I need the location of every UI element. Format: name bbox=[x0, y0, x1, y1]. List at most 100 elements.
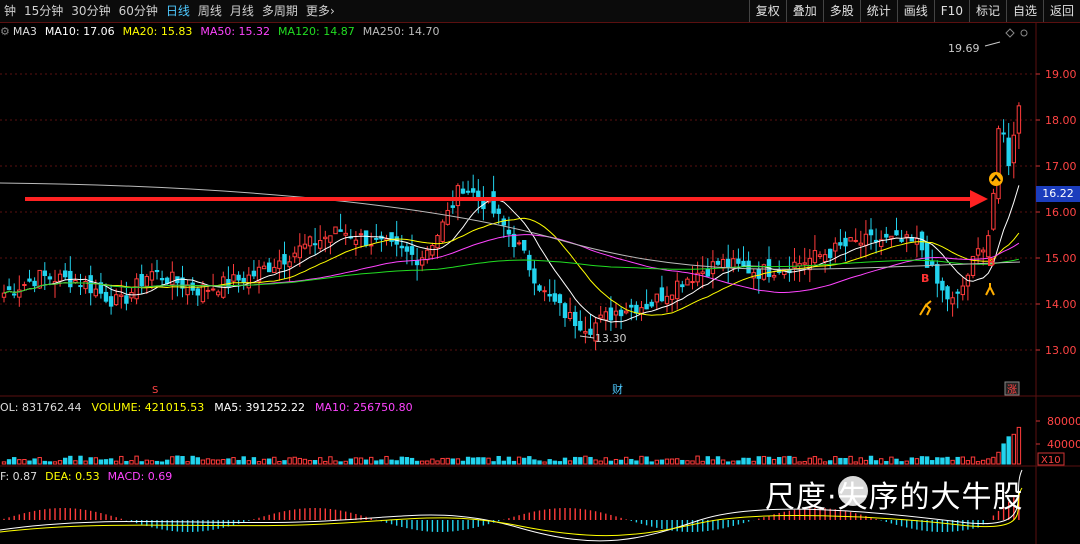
candle-body bbox=[338, 229, 343, 232]
candle-body bbox=[853, 239, 858, 242]
ma250-value: MA250: 14.70 bbox=[362, 24, 440, 38]
watchlist-button[interactable]: 自选 bbox=[1005, 0, 1043, 22]
candle-body bbox=[27, 278, 32, 282]
kline-chart[interactable]: 19.00 18.00 17.00 16.00 15.00 14.00 13.00 19.69… bbox=[0, 0, 1080, 544]
candle-body bbox=[649, 301, 654, 307]
candle-body bbox=[399, 245, 405, 249]
volume-bar bbox=[435, 460, 440, 465]
candle-body bbox=[705, 268, 710, 277]
volume-bar bbox=[328, 456, 333, 465]
tab-weekly[interactable]: 周线 bbox=[194, 0, 226, 22]
volume-bar bbox=[236, 459, 241, 465]
macd-legend: F: 0.87 DEA: 0.53 MACD: 0.69 bbox=[0, 468, 180, 484]
candle-body bbox=[42, 270, 47, 277]
volume-bar bbox=[170, 456, 175, 465]
volume-bar bbox=[205, 458, 211, 465]
candle-body bbox=[363, 230, 369, 246]
volume-bar bbox=[338, 461, 343, 465]
volume-bar bbox=[807, 457, 812, 465]
tab-15min[interactable]: 15分钟 bbox=[20, 0, 67, 22]
up-circle-icon bbox=[989, 172, 1003, 186]
tab-minute[interactable]: 钟 bbox=[0, 0, 20, 22]
candle-body bbox=[343, 232, 348, 236]
volume-bar bbox=[226, 458, 231, 465]
candle-body bbox=[124, 295, 129, 304]
volume-bar bbox=[975, 461, 981, 465]
price-tick-label: 15.00 bbox=[1045, 252, 1077, 265]
candle-body bbox=[930, 261, 935, 266]
volume-legend: OL: 831762.44 VOLUME: 421015.53 MA5: 391… bbox=[0, 399, 423, 415]
tab-more[interactable]: 更多› bbox=[302, 0, 339, 22]
candle-body bbox=[669, 294, 675, 300]
candle-body bbox=[547, 293, 552, 297]
volume-bar bbox=[884, 460, 889, 465]
candle-body bbox=[996, 128, 1001, 200]
volume-bar bbox=[573, 456, 578, 465]
candle-body bbox=[440, 221, 445, 242]
mark-button[interactable]: 标记 bbox=[968, 0, 1006, 22]
volume-bar bbox=[175, 455, 180, 465]
runner-icon bbox=[919, 300, 932, 316]
volume-bar bbox=[267, 458, 272, 465]
volume-bar bbox=[425, 460, 430, 465]
tab-60min[interactable]: 60分钟 bbox=[115, 0, 162, 22]
volume-bar bbox=[981, 459, 986, 465]
volume-bar bbox=[802, 461, 807, 465]
ma-indicator-name[interactable]: MA3 bbox=[13, 25, 37, 38]
candle-body bbox=[205, 289, 211, 292]
candle-body bbox=[358, 233, 364, 236]
volume-bar bbox=[88, 457, 93, 465]
candle-body bbox=[465, 190, 471, 193]
volume-bar bbox=[649, 461, 654, 465]
volume-bar bbox=[552, 460, 557, 465]
ma50-value: MA50: 15.32 bbox=[200, 24, 271, 38]
overlay-button[interactable]: 叠加 bbox=[785, 0, 823, 22]
volume-bar bbox=[812, 456, 818, 465]
candle-body bbox=[435, 235, 440, 249]
candle-body bbox=[588, 328, 593, 335]
volume-bar bbox=[634, 460, 639, 465]
volume-bar bbox=[522, 457, 527, 465]
candle-body bbox=[935, 263, 940, 284]
multi-stock-button[interactable]: 多股 bbox=[822, 0, 860, 22]
volume-bar bbox=[22, 458, 27, 465]
candle-body bbox=[924, 242, 930, 268]
tab-daily[interactable]: 日线 bbox=[162, 0, 194, 22]
candle-body bbox=[246, 274, 252, 289]
volume-bar bbox=[486, 457, 491, 465]
statistics-button[interactable]: 统计 bbox=[859, 0, 897, 22]
candle-body bbox=[884, 233, 889, 238]
candle-body bbox=[986, 235, 991, 258]
volume-bar bbox=[277, 460, 282, 465]
candle-body bbox=[450, 205, 456, 208]
candle-body bbox=[639, 307, 644, 314]
volume-bar bbox=[817, 458, 823, 465]
gear-icon[interactable]: ⚙ bbox=[0, 25, 10, 38]
f10-button[interactable]: F10 bbox=[933, 0, 969, 22]
volume-bar bbox=[37, 457, 42, 465]
back-button[interactable]: 返回 bbox=[1042, 0, 1080, 22]
tab-multi-period[interactable]: 多周期 bbox=[258, 0, 302, 22]
volume-bar bbox=[909, 457, 914, 465]
high-pointer bbox=[984, 41, 1001, 47]
volume-bar bbox=[664, 458, 670, 465]
volume-bar bbox=[894, 458, 899, 465]
candle-body bbox=[644, 303, 649, 310]
volume-bar bbox=[669, 458, 675, 465]
candle-body bbox=[557, 294, 563, 304]
candle-body bbox=[863, 233, 869, 246]
volume-bar bbox=[261, 458, 267, 465]
candle-body bbox=[328, 235, 333, 243]
volume-bar bbox=[965, 460, 971, 465]
current-price-tag: 16.22 bbox=[1036, 186, 1080, 202]
draw-line-button[interactable]: 画线 bbox=[896, 0, 934, 22]
tab-monthly[interactable]: 月线 bbox=[226, 0, 258, 22]
volume-bar bbox=[114, 460, 119, 465]
volume-bar bbox=[159, 461, 165, 465]
toolbar-buttons: 复权 叠加 多股 统计 画线 F10 标记 自选 返回 bbox=[748, 0, 1080, 22]
candle-body bbox=[47, 276, 53, 280]
tab-30min[interactable]: 30分钟 bbox=[67, 0, 114, 22]
fuquan-button[interactable]: 复权 bbox=[748, 0, 786, 22]
candle-body bbox=[353, 239, 359, 245]
candle-body bbox=[312, 243, 318, 246]
